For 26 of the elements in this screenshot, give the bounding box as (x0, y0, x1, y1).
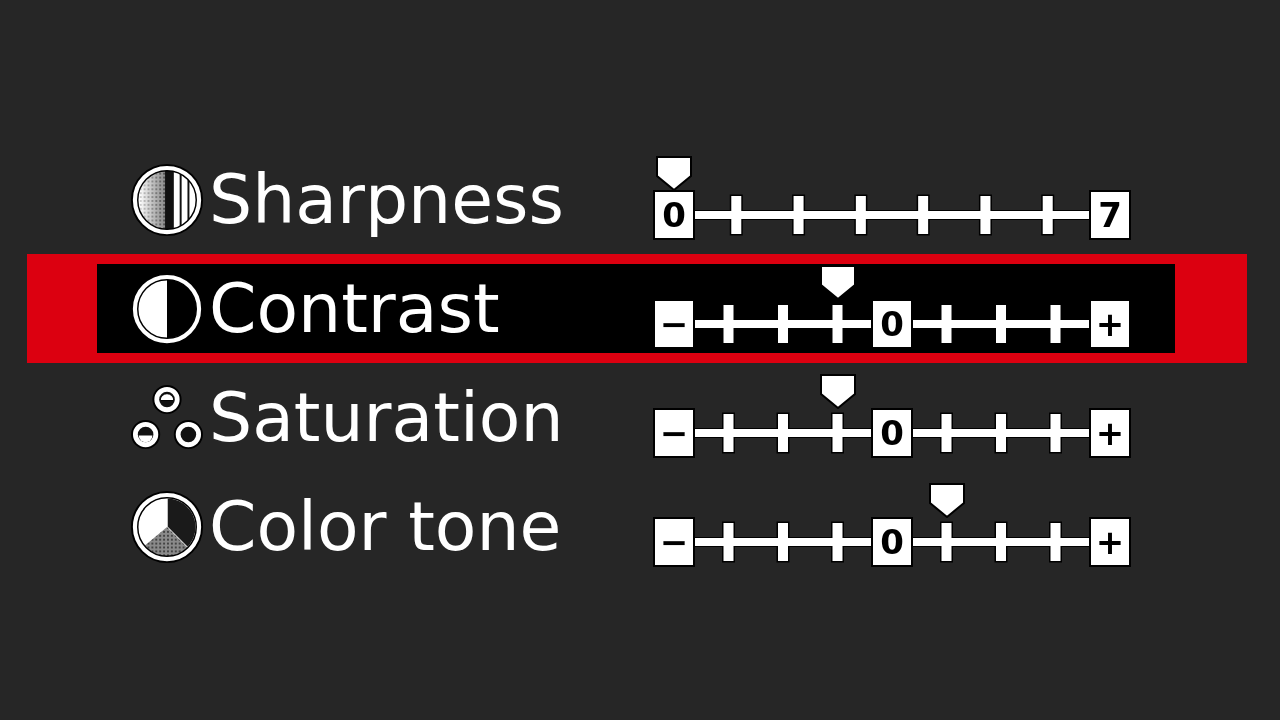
setting-row[interactable]: Sharpness 0 7 (27, 145, 1247, 254)
scale-center-label: 0 (871, 517, 913, 567)
scale-max-label: + (1089, 299, 1131, 349)
setting-label: Saturation (209, 383, 564, 452)
setting-row[interactable]: Contrast − 0 + (27, 254, 1247, 363)
scale-min-label: 0 (653, 190, 695, 240)
setting-row[interactable]: Saturation − 0 + (27, 363, 1247, 472)
scale-max-label: + (1089, 517, 1131, 567)
slider-track[interactable]: 0 7 (653, 155, 1131, 244)
slider-thumb[interactable] (819, 374, 856, 409)
scale-center-label: 0 (871, 299, 913, 349)
setting-label: Contrast (209, 274, 500, 343)
scale-min-label: − (653, 517, 695, 567)
scale-max-label: 7 (1089, 190, 1131, 240)
scale-max-label: + (1089, 408, 1131, 458)
scale-center-label: 0 (871, 408, 913, 458)
scale-min-label: − (653, 299, 695, 349)
slider-track[interactable]: − 0 + (653, 482, 1131, 571)
setting-row[interactable]: Color tone − 0 + (27, 472, 1247, 581)
setting-label: Color tone (209, 492, 562, 561)
scale-min-label: − (653, 408, 695, 458)
slider-thumb[interactable] (928, 483, 965, 518)
slider-thumb[interactable] (819, 265, 856, 300)
slider-track[interactable]: − 0 + (653, 373, 1131, 462)
slider-thumb[interactable] (656, 156, 692, 191)
slider-track[interactable]: − 0 + (653, 264, 1131, 353)
